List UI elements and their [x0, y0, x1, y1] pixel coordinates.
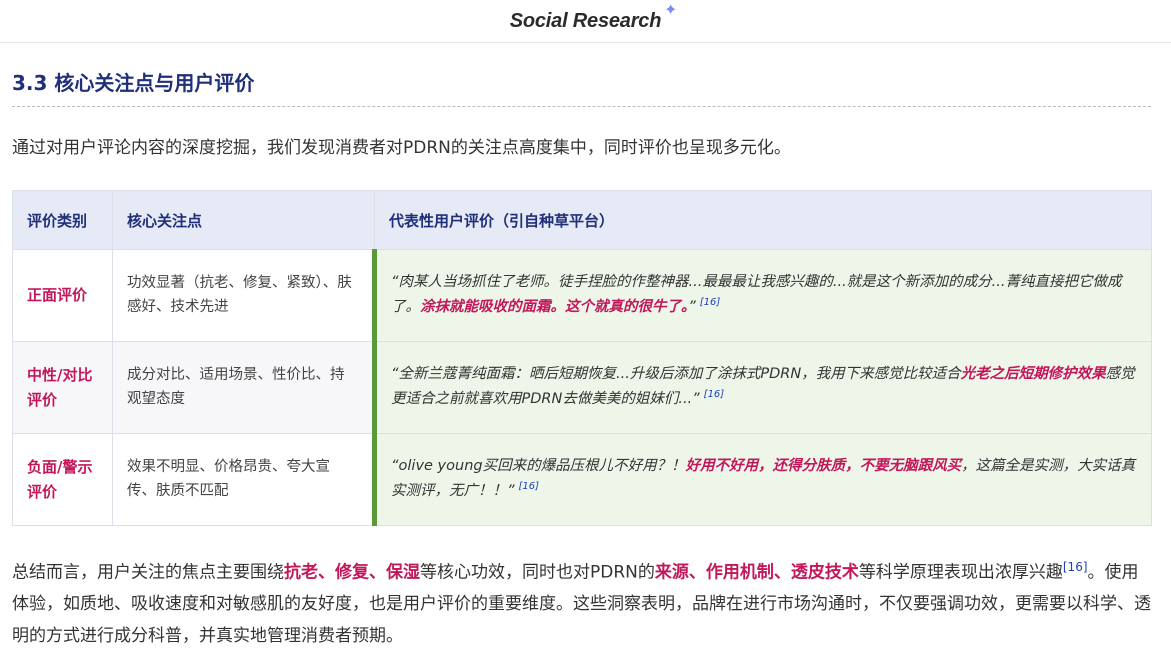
row-category: 中性/对比评价 — [12, 341, 113, 434]
summary-highlight: 抗老、修复、保湿 — [284, 562, 420, 583]
row-category: 正面评价 — [12, 249, 113, 342]
table-header-row: 评价类别 核心关注点 代表性用户评价（引自种草平台） — [12, 190, 1152, 250]
row-focus: 功效显著（抗老、修复、紧致）、肤感好、技术先进 — [112, 249, 375, 342]
sparkle-icon: ✦ — [664, 1, 678, 19]
citation-link[interactable]: [16] — [704, 389, 725, 400]
evaluation-table: 评价类别 核心关注点 代表性用户评价（引自种草平台） 正面评价 功效显著（抗老、… — [12, 190, 1152, 526]
quote-text: “全新兰蔻菁纯面霜：晒后短期恢复...升级后添加了涂抹式PDRN，我用下来感觉比… — [391, 366, 961, 383]
citation-link[interactable]: [16] — [1063, 560, 1088, 574]
quote-text: “olive young买回来的爆品压根儿不好用？！ — [391, 458, 686, 475]
summary-highlight: 来源、作用机制、透皮技术 — [654, 562, 859, 583]
summary-text: 等核心功效，同时也对PDRN的 — [420, 562, 655, 583]
row-quote: “全新兰蔻菁纯面霜：晒后短期恢复...升级后添加了涂抹式PDRN，我用下来感觉比… — [372, 341, 1152, 434]
quote-highlight: 光老之后短期修护效果 — [960, 366, 1106, 383]
table-row: 中性/对比评价 成分对比、适用场景、性价比、持观望态度 “全新兰蔻菁纯面霜：晒后… — [12, 341, 1152, 434]
table-row: 负面/警示评价 效果不明显、价格昂贵、夸大宣传、肤质不匹配 “olive you… — [12, 433, 1152, 526]
summary-text: 总结而言，用户关注的焦点主要围绕 — [12, 562, 284, 583]
table-row: 正面评价 功效显著（抗老、修复、紧致）、肤感好、技术先进 “肉某人当场抓住了老师… — [12, 249, 1152, 342]
row-category: 负面/警示评价 — [12, 433, 113, 526]
quote-end: ” — [688, 298, 696, 315]
summary-paragraph: 总结而言，用户关注的焦点主要围绕抗老、修复、保湿等核心功效，同时也对PDRN的来… — [12, 556, 1151, 652]
brand-logo[interactable]: Social Research ✦ — [509, 2, 678, 33]
row-quote: “肉某人当场抓住了老师。徒手捏脸的作整神器...最最最让我感兴趣的...就是这个… — [372, 249, 1152, 342]
summary-text: 等科学原理表现出浓厚兴趣 — [858, 562, 1063, 583]
citation-link[interactable]: [16] — [519, 481, 540, 492]
row-focus: 效果不明显、价格昂贵、夸大宣传、肤质不匹配 — [112, 433, 375, 526]
header-focus: 核心关注点 — [112, 190, 375, 250]
header-category: 评价类别 — [12, 190, 113, 250]
citation-link[interactable]: [16] — [700, 297, 721, 308]
top-bar: Social Research ✦ — [0, 0, 1171, 43]
header-quote: 代表性用户评价（引自种草平台） — [374, 190, 1152, 250]
row-focus: 成分对比、适用场景、性价比、持观望态度 — [112, 341, 375, 434]
quote-highlight: 涂抹就能吸收的面霜。这个就真的很牛了。 — [420, 298, 689, 315]
intro-paragraph: 通过对用户评论内容的深度挖掘，我们发现消费者对PDRN的关注点高度集中，同时评价… — [12, 138, 791, 158]
quote-highlight: 好用不好用，还得分肤质，不要无脑跟风买 — [685, 458, 962, 475]
section-title: 3.3 核心关注点与用户评价 — [12, 67, 1151, 107]
row-quote: “olive young买回来的爆品压根儿不好用？！好用不好用，还得分肤质，不要… — [372, 433, 1152, 526]
main-content: 3.3 核心关注点与用户评价 通过对用户评论内容的深度挖掘，我们发现消费者对PD… — [0, 67, 1171, 652]
brand-name: Social Research — [509, 9, 662, 32]
